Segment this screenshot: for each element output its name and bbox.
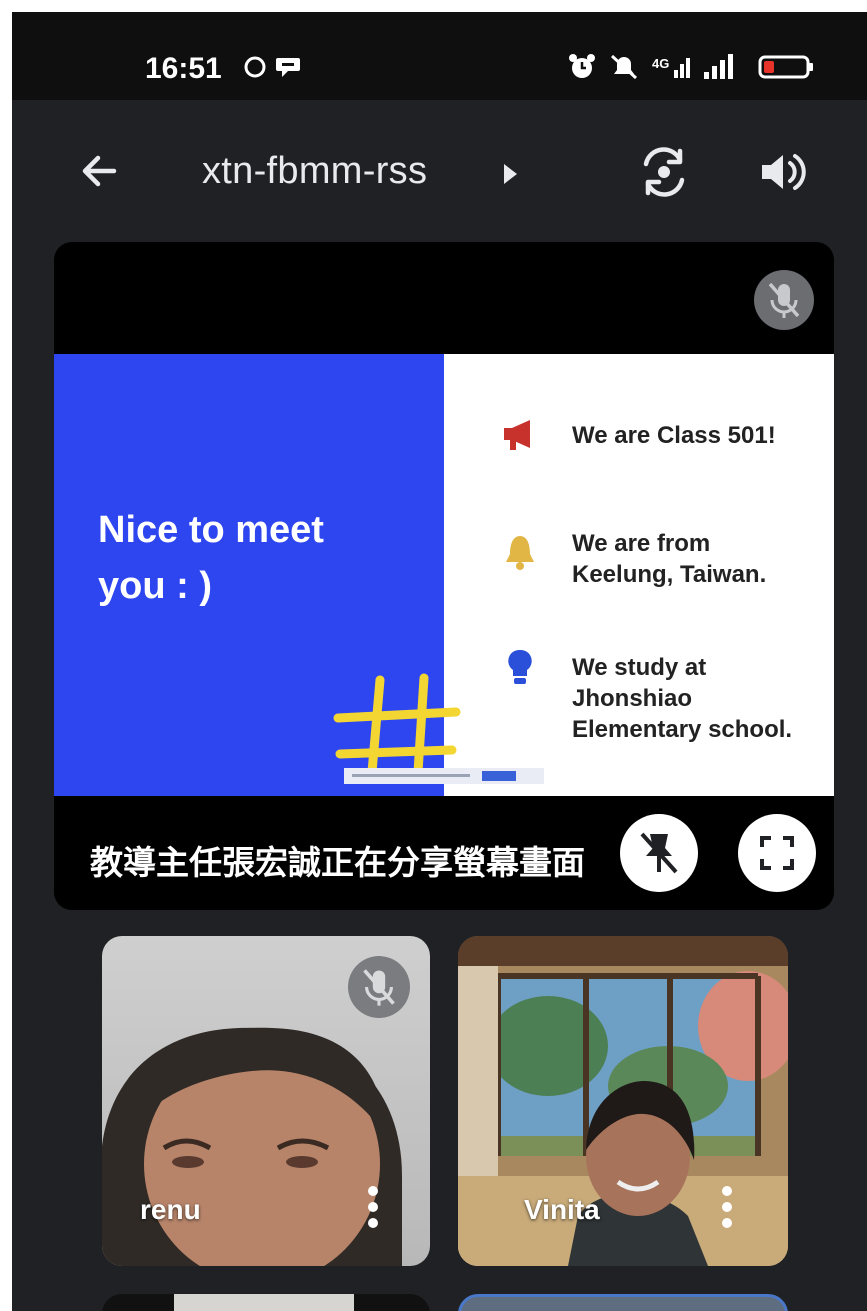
unpin-button[interactable] [620,814,698,892]
chat-bubble-outline-icon [244,56,266,78]
sharing-status-text: 教導主任張宏誠正在分享螢幕畫面 [90,844,585,881]
presenter-mic-off-badge [754,270,814,330]
participant-video [458,936,788,1266]
more-options-icon[interactable] [368,1186,380,1234]
caret-right-icon[interactable] [504,164,517,184]
mute-icon [610,54,638,80]
muted-badge [348,956,410,1018]
participant-tile-partial-1[interactable] [102,1294,430,1311]
participant-tile-partial-2[interactable] [458,1294,788,1311]
bell-icon [506,536,534,570]
shared-slide: Nice to meet you : ) We are Class 501! W… [54,354,834,796]
slide-item-2: We are from Keelung, Taiwan. [572,530,767,588]
mic-off-icon [768,282,800,318]
mic-off-icon [363,969,395,1006]
chat-bubble-icon [276,58,300,77]
meeting-header: xtn-fbmm-rss [12,100,867,250]
participant-tile-renu[interactable]: renu [102,936,430,1266]
participant-name: renu [140,1194,201,1225]
participant-name: Vinita [524,1194,600,1225]
slide-item-3: We study at Jhonshiao Elementary school. [572,654,793,743]
status-bar: 16:51 4G [12,12,867,100]
lightbulb-icon [508,649,532,684]
status-time: 16:51 [145,52,222,85]
svg-text:4G: 4G [652,56,669,71]
switch-camera-icon[interactable] [634,142,694,202]
fullscreen-button[interactable] [738,814,816,892]
slide-item-1: We are Class 501! [572,422,776,449]
share-footer: 教導主任張宏誠正在分享螢幕畫面 [54,796,834,910]
slide-heading-line1: Nice to meet [98,509,324,551]
meeting-code[interactable]: xtn-fbmm-rss [202,150,427,193]
slide-heading: Nice to meet you : ) [98,502,428,614]
hash-doodle [333,673,461,777]
meet-screen: 16:51 4G xtn-fbmm-rss Nice to meet you:… [12,12,867,1311]
more-options-icon[interactable] [722,1186,734,1234]
megaphone-icon [504,420,530,450]
battery-low-icon [758,55,813,79]
slide-heading-line2: you : ) [98,565,212,607]
participant-video [174,1294,354,1311]
back-arrow-icon[interactable] [74,146,124,196]
fullscreen-icon [760,836,794,870]
pin-off-icon [640,832,678,874]
screen-share-card[interactable]: Nice to meet you : ) We are Class 501! W… [54,242,834,910]
slide-toolbar-strip [344,768,544,784]
signal-bars-icon [704,54,733,79]
participant-tile-vinita[interactable]: Vinita [458,936,788,1266]
speaker-icon[interactable] [752,142,812,202]
signal-4g-icon: 4G [652,56,690,78]
alarm-icon [569,54,595,78]
